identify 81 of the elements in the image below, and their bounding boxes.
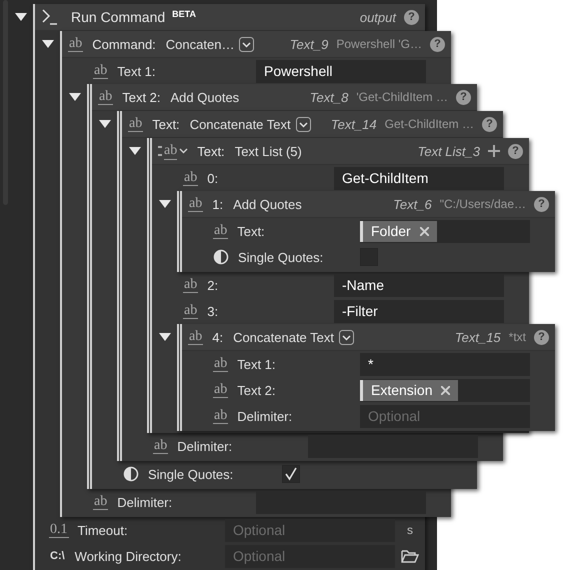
input-field[interactable]: -Name — [334, 274, 504, 296]
variable-name: Text_6 — [393, 196, 432, 212]
input-field[interactable]: * — [360, 352, 530, 376]
input-field[interactable]: Folder — [360, 220, 530, 242]
dropdown-icon[interactable] — [339, 330, 354, 344]
help-icon[interactable]: ? — [534, 330, 549, 344]
node-label: 4: — [212, 330, 224, 344]
field-label: Text: — [237, 224, 265, 238]
type-icon: C:\ — [49, 550, 66, 562]
collapse-icon[interactable] — [98, 120, 110, 128]
value-preview: 'Get-ChildItem … — [356, 90, 448, 104]
input-field[interactable]: Optional — [225, 518, 395, 542]
input-field[interactable]: -Filter — [334, 300, 504, 322]
input-field[interactable]: Powershell — [256, 60, 426, 82]
help-icon[interactable]: ? — [508, 144, 523, 158]
input-field[interactable]: Optional — [360, 404, 530, 428]
help-icon[interactable]: ? — [534, 196, 549, 212]
field-label: Working Directory: — [74, 548, 182, 564]
field-label: Text 1: — [117, 64, 156, 78]
checkbox[interactable] — [282, 465, 300, 483]
value-preview: "C:/Users/dae… — [440, 197, 526, 211]
unit-label: s — [406, 523, 414, 537]
input-field[interactable]: Get-ChildItem — [334, 166, 504, 190]
collapse-icon[interactable] — [68, 93, 80, 101]
add-icon[interactable] — [488, 145, 500, 157]
remove-icon[interactable] — [420, 226, 429, 236]
dropdown-icon[interactable] — [296, 116, 311, 132]
input-field[interactable] — [256, 490, 426, 514]
variable-name: Text_9 — [290, 36, 328, 52]
field-label: 0: — [207, 170, 218, 186]
node-type: Text List (5) — [234, 144, 302, 158]
help-icon[interactable]: ? — [430, 36, 445, 52]
node-type: Concaten… — [166, 36, 234, 52]
variable-name: Text_15 — [454, 330, 501, 344]
variable-name: Text_8 — [310, 90, 348, 104]
node-label: 1: — [212, 196, 224, 212]
node-label: Text: — [197, 144, 225, 158]
node-type: Add Quotes — [170, 90, 240, 104]
input-field[interactable]: Extension — [360, 378, 530, 402]
field-label: 3: — [207, 304, 218, 318]
contrast-icon — [123, 466, 139, 482]
input-field[interactable] — [308, 434, 478, 458]
beta-label: BETA — [172, 9, 196, 19]
help-icon[interactable]: ? — [482, 116, 497, 132]
tag-chip[interactable]: Folder — [360, 220, 437, 242]
collapse-icon[interactable] — [158, 200, 170, 208]
collapse-icon[interactable] — [158, 333, 170, 341]
field-label: 2: — [207, 278, 218, 292]
dropdown-icon[interactable] — [239, 36, 254, 52]
node-label: Text: — [152, 116, 180, 132]
node-label: Text 2: — [122, 90, 161, 104]
field-label: Delimiter: — [237, 408, 292, 424]
variable-name: output — [360, 10, 396, 24]
collapse-icon[interactable] — [14, 13, 26, 21]
folder-icon[interactable] — [401, 548, 419, 564]
collapse-icon[interactable] — [128, 147, 140, 155]
node-type: Concatenate Text — [190, 116, 291, 132]
node-label: Command: — [92, 36, 156, 52]
remove-icon[interactable] — [441, 386, 450, 394]
field-label: Text 2: — [237, 382, 276, 398]
collapse-icon[interactable] — [42, 40, 54, 48]
field-label: Delimiter: — [117, 494, 172, 510]
field-label: Delimiter: — [177, 438, 232, 454]
field-label: Text 1: — [237, 356, 276, 372]
input-field[interactable]: Optional — [225, 544, 395, 568]
field-label: Timeout: — [78, 522, 128, 538]
node-type: Add Quotes — [233, 196, 302, 212]
help-icon[interactable]: ? — [456, 90, 471, 104]
value-preview: Get-ChildItem … — [384, 117, 474, 131]
node-label: Run Command — [71, 9, 166, 25]
variable-name: Text_14 — [330, 116, 377, 132]
value-preview: *txt — [508, 330, 526, 344]
help-icon[interactable]: ? — [404, 10, 419, 24]
variable-name: Text List_3 — [418, 144, 480, 158]
field-label: Single Quotes: — [238, 250, 324, 264]
field-label: Single Quotes: — [148, 466, 234, 482]
terminal-icon — [41, 8, 59, 26]
contrast-icon — [213, 249, 229, 265]
tag-chip[interactable]: Extension — [360, 380, 458, 400]
value-preview: Powershell 'G… — [336, 37, 422, 51]
node-type: Concatenate Text — [233, 330, 334, 344]
